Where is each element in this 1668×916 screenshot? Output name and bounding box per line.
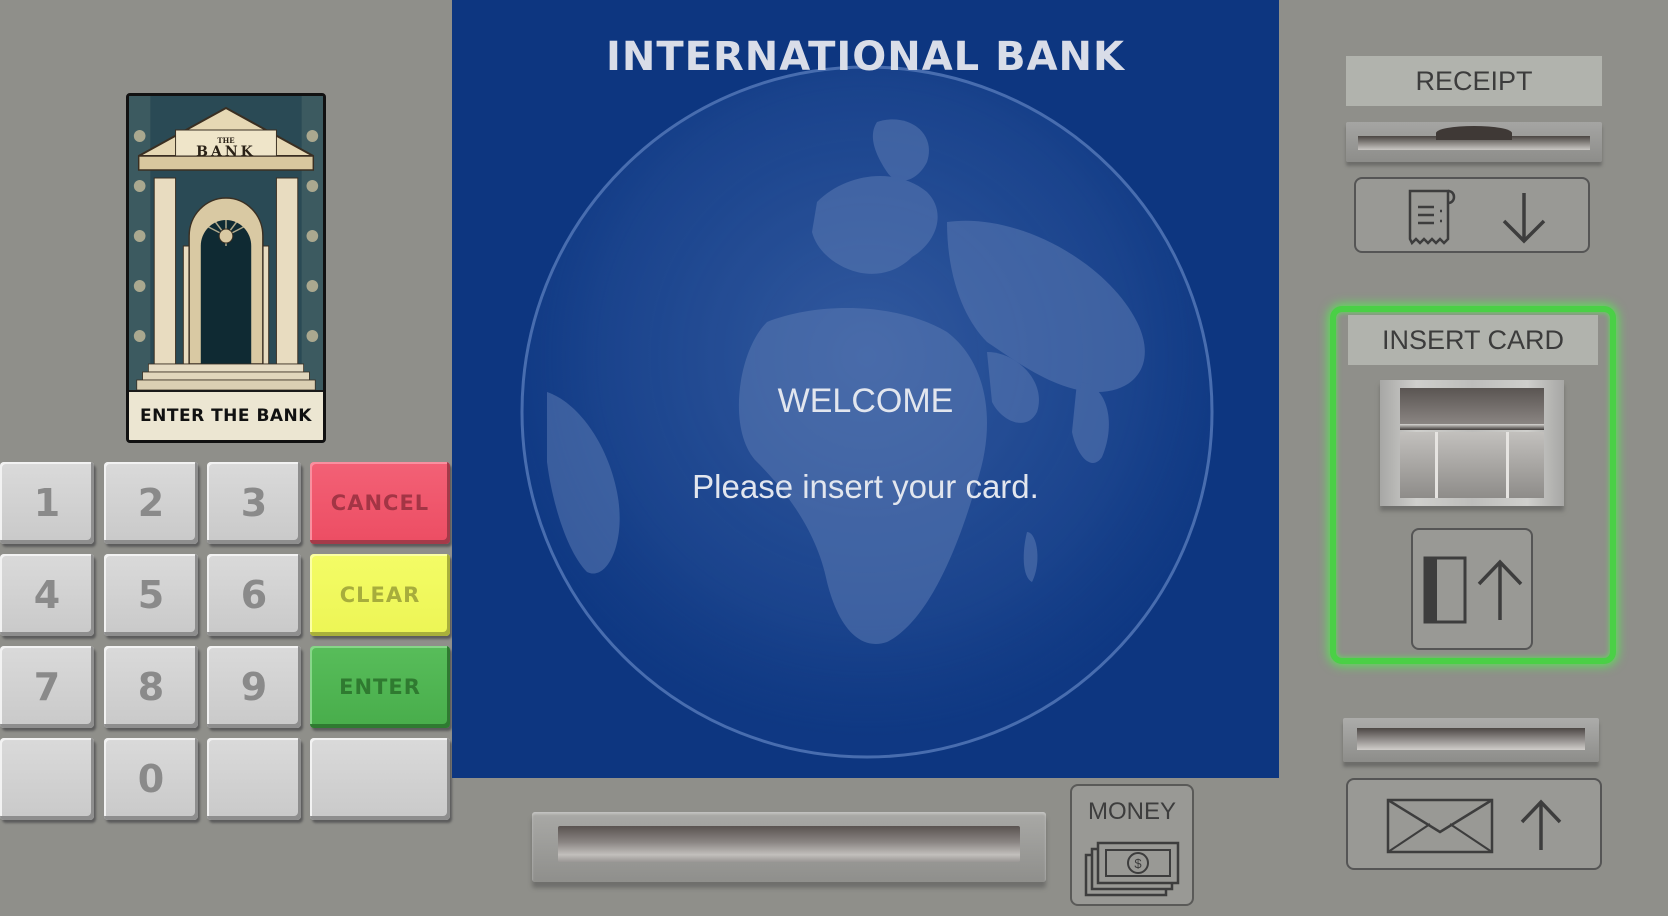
key-4[interactable]: 4: [0, 554, 94, 636]
insert-card-button[interactable]: [1411, 528, 1533, 650]
card-slot-divider: [1435, 432, 1438, 498]
deposit-slot-opening: [1357, 728, 1585, 750]
key-9[interactable]: 9: [207, 646, 301, 728]
key-8[interactable]: 8: [104, 646, 198, 728]
deposit-slot[interactable]: [1343, 718, 1599, 762]
deposit-envelope-button[interactable]: [1346, 778, 1602, 870]
instruction-text: Please insert your card.: [692, 468, 1039, 505]
receipt-slot: [1346, 122, 1602, 162]
arrow-down-icon: [1502, 193, 1546, 244]
key-5[interactable]: 5: [104, 554, 198, 636]
enter-button[interactable]: ENTER: [310, 646, 450, 728]
card-slot-bar: [1400, 424, 1544, 430]
key-6[interactable]: 6: [207, 554, 301, 636]
money-label: MONEY: [1087, 798, 1176, 825]
key-blank-left[interactable]: [0, 738, 94, 820]
receipt-button[interactable]: [1354, 177, 1590, 253]
svg-text:$: $: [1134, 856, 1142, 871]
card-slot-opening: [1400, 388, 1544, 424]
welcome-text: WELCOME: [777, 382, 954, 420]
cancel-button[interactable]: CANCEL: [310, 462, 450, 544]
insert-card-label: INSERT CARD: [1348, 315, 1598, 365]
key-7[interactable]: 7: [0, 646, 94, 728]
clear-button[interactable]: CLEAR: [310, 554, 450, 636]
card-slot-face: [1400, 432, 1544, 498]
arrow-up-icon: [1520, 799, 1562, 850]
keypad: 1 2 3 CANCEL 4 5 6 CLEAR 7 8 9 ENTER 0: [0, 460, 452, 822]
key-3[interactable]: 3: [207, 462, 301, 544]
envelope-icon: [1386, 798, 1494, 854]
key-2[interactable]: 2: [104, 462, 198, 544]
card-icon: [1423, 556, 1467, 624]
key-1[interactable]: 1: [0, 462, 94, 544]
key-0[interactable]: 0: [104, 738, 198, 820]
receipt-label: RECEIPT: [1346, 56, 1602, 106]
card-reader-slot[interactable]: [1380, 380, 1564, 506]
bank-title: INTERNATIONAL BANK: [605, 34, 1126, 80]
receipt-paper-edge: [1436, 126, 1512, 140]
money-button[interactable]: MONEY $: [1070, 784, 1194, 906]
key-blank-right[interactable]: [207, 738, 301, 820]
cash-slot-opening: [558, 826, 1020, 862]
cash-dispenser-slot[interactable]: [532, 812, 1046, 882]
bank-card[interactable]: THE BANK ENTER THE BANK: [126, 93, 326, 443]
bank-sign: BANK: [196, 144, 256, 160]
receipt-icon: [1408, 189, 1456, 246]
arrow-up-icon: [1477, 559, 1523, 620]
card-caption: ENTER THE BANK: [129, 390, 323, 440]
cash-icon: $: [1084, 841, 1180, 897]
atm-screen: INTERNATIONAL BANK WELCOME Please insert…: [452, 0, 1279, 778]
card-slot-divider: [1506, 432, 1509, 498]
key-blank-wide[interactable]: [310, 738, 450, 820]
